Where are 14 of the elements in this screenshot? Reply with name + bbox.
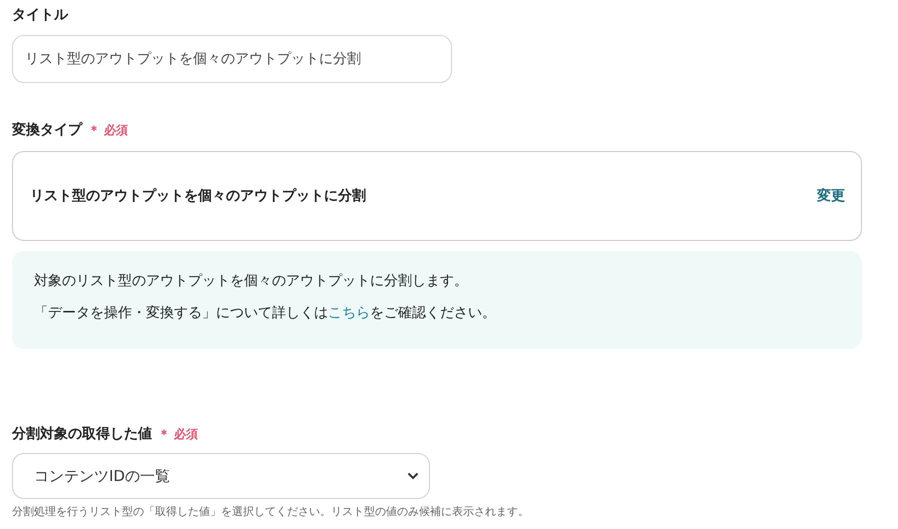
required-mark: ＊ 必須 [158,426,198,442]
value-select[interactable]: コンテンツIDの一覧 [12,453,430,499]
title-input-field[interactable]: リスト型のアウトプットを個々のアウトプットに分割 [12,35,452,83]
details-link[interactable]: こちら [328,305,370,321]
selected-type-text: リスト型のアウトプットを個々のアウトプットに分割 [30,187,366,205]
info-text: 「データを操作・変換する」について詳しくはこちら をご確認ください。 [34,304,497,323]
info-text: 対象のリスト型のアウトプットを個々のアウトプットに分割します。 [34,272,469,291]
field-label: タイトル [12,6,68,24]
help-text: 分割処理を行うリスト型の「取得した値」を選択してください。リスト型の値のみ候補に表示されます。 [12,504,530,519]
chevron-down-icon [407,472,419,480]
change-link[interactable]: 変更 [817,187,845,205]
field-label: 変換タイプ [12,121,82,139]
field-label: 分割対象の取得した値 [12,425,152,443]
required-mark: ＊ 必須 [88,122,128,138]
